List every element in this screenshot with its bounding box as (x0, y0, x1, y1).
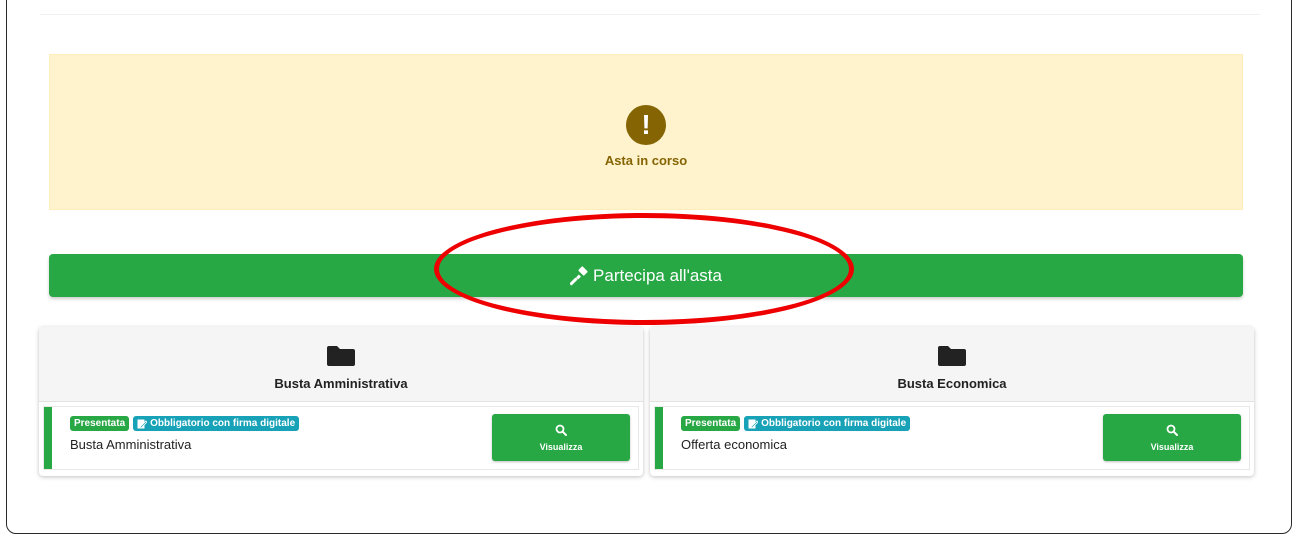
search-icon (555, 424, 567, 436)
exclamation-circle-icon: ! (626, 104, 666, 145)
search-icon (1166, 424, 1178, 436)
envelope-card-administrative: Busta Amministrativa Presentata Obbligat… (39, 327, 643, 476)
card-title: Busta Economica (897, 376, 1007, 391)
join-auction-label: Partecipa all'asta (593, 265, 722, 285)
folder-icon (327, 346, 355, 366)
signature-icon (137, 419, 148, 429)
badge-group: Presentata Obbligatorio con firma digita… (70, 416, 300, 431)
status-indicator (655, 407, 663, 469)
card-header: Busta Amministrativa (39, 327, 643, 402)
requirement-badge: Obbligatorio con firma digitale (133, 416, 300, 431)
requirement-badge-label: Obbligatorio con firma digitale (761, 418, 907, 429)
view-button-label: Visualizza (539, 441, 583, 452)
folder-icon (938, 346, 966, 366)
view-button[interactable]: Visualizza (1103, 414, 1241, 461)
alert-text: Asta in corso (604, 152, 688, 168)
card-title: Busta Amministrativa (274, 376, 408, 391)
list-item: Presentata Obbligatorio con firma digita… (43, 406, 639, 470)
document-name: Busta Amministrativa (70, 437, 192, 452)
list-item: Presentata Obbligatorio con firma digita… (654, 406, 1250, 470)
status-badge: Presentata (681, 416, 741, 431)
status-badge: Presentata (70, 416, 130, 431)
document-name: Offerta economica (681, 437, 787, 452)
divider (40, 14, 1260, 15)
auction-status-alert: ! Asta in corso (49, 54, 1243, 210)
gavel-icon (570, 265, 588, 285)
badge-group: Presentata Obbligatorio con firma digita… (681, 416, 911, 431)
view-button-label: Visualizza (1150, 441, 1194, 452)
card-header: Busta Economica (650, 327, 1254, 402)
requirement-badge: Obbligatorio con firma digitale (744, 416, 911, 431)
join-auction-button[interactable]: Partecipa all'asta (49, 254, 1243, 297)
view-button[interactable]: Visualizza (492, 414, 630, 461)
status-indicator (44, 407, 52, 469)
signature-icon (748, 419, 759, 429)
envelope-card-economic: Busta Economica Presentata Obbligatorio … (650, 327, 1254, 476)
requirement-badge-label: Obbligatorio con firma digitale (150, 418, 296, 429)
